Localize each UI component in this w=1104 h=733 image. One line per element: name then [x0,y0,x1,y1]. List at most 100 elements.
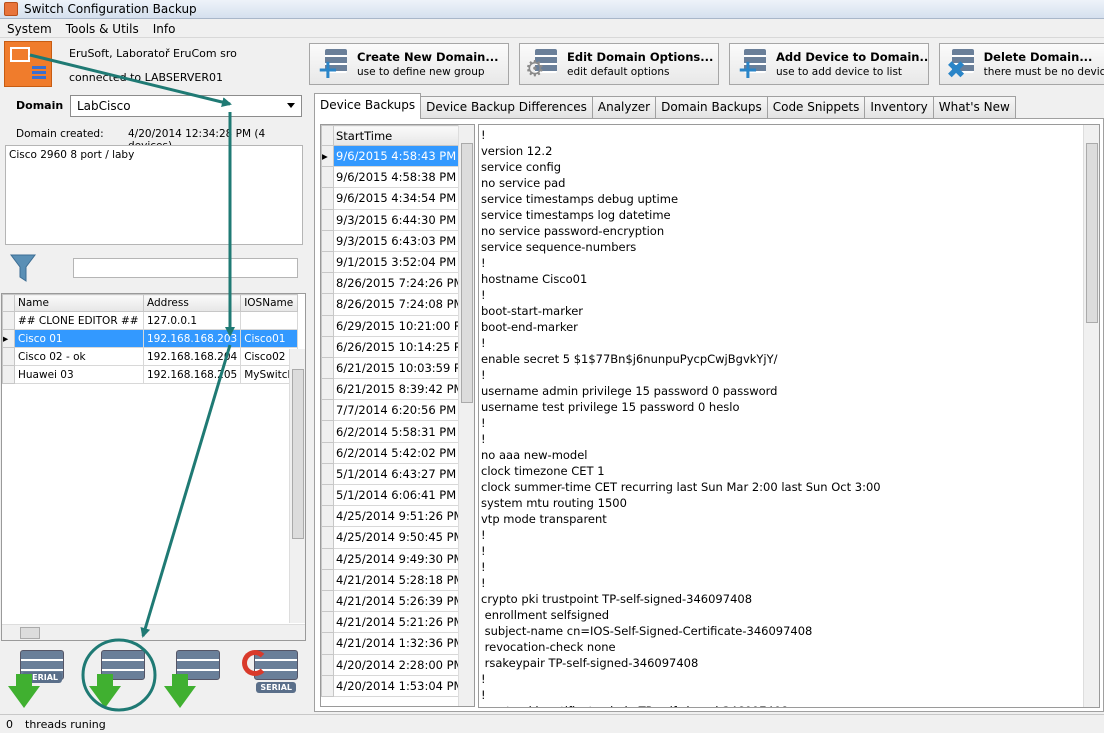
domain-select[interactable]: LabCisco [70,95,302,117]
config-line: ! [481,256,486,270]
edit-domain-button[interactable]: ⚙ Edit Domain Options... edit default op… [519,43,719,85]
backup-time-row[interactable]: 6/26/2015 10:14:25 PM [321,335,474,358]
window-title: Switch Configuration Backup [24,2,197,16]
scroll-thumb[interactable] [461,143,473,403]
row-header [321,314,334,337]
backup-time-row[interactable]: 5/1/2014 6:43:27 PM [321,462,474,486]
backup-time-row[interactable]: 5/1/2014 6:06:41 PM [321,483,474,507]
config-line: boot-end-marker [481,320,578,334]
delete-domain-button[interactable]: ✖ Delete Domain... there must be no devi… [939,43,1104,85]
backup-start-time: 4/25/2014 9:51:26 PM [333,505,474,528]
device-row-selected[interactable]: ▸ Cisco 01 192.168.168.203 Cisco01 [2,329,299,348]
column-header-starttime[interactable]: StartTime [333,125,474,146]
backup-times-vscroll[interactable] [458,125,474,706]
scroll-thumb[interactable] [20,627,40,639]
backup-time-row[interactable]: 4/21/2014 5:26:39 PM [321,589,474,613]
config-viewer[interactable]: ! version 12.2 service config no service pa… [478,124,1100,708]
column-header-iosname[interactable]: IOSName [240,294,299,312]
device-address: 127.0.0.1 [142,311,242,330]
backup-time-row[interactable]: 4/25/2014 9:50:45 PM [321,526,474,549]
config-line: rsakeypair TP-self-signed-346097408 [481,656,699,670]
backup-time-row[interactable]: 4/21/2014 5:28:18 PM [321,568,474,591]
backup-time-row[interactable]: 8/26/2015 7:24:26 PM [321,272,474,295]
device-filter-input[interactable] [73,258,298,278]
device-name: ## CLONE EDITOR ## [14,311,144,330]
tab-domain-backups[interactable]: Domain Backups [655,96,768,119]
column-header-address[interactable]: Address [142,294,242,312]
backup-start-time: 4/20/2014 2:28:00 PM [333,653,474,676]
backup-time-row[interactable]: 4/21/2014 5:21:26 PM [321,611,474,634]
menu-info[interactable]: Info [146,22,183,36]
tab-device-backup-differences[interactable]: Device Backup Differences [420,96,593,119]
backup-time-row[interactable]: 9/3/2015 6:43:03 PM [321,229,474,252]
backup-start-time: 9/6/2015 4:58:43 PM [333,144,474,168]
network-backup-button[interactable] [85,646,149,708]
row-header [321,526,334,549]
backup-start-time: 8/26/2015 7:24:26 PM [333,272,474,295]
serial-restore-button[interactable]: SERIAL [238,646,302,708]
row-header [321,335,334,358]
row-header [321,420,334,443]
backup-time-row[interactable]: 6/2/2014 5:58:31 PM [321,420,474,443]
config-vscroll[interactable] [1083,125,1099,707]
backup-time-row[interactable]: 6/29/2015 10:21:00 PM [321,314,474,337]
device-address: 192.168.168.203 [142,329,242,348]
column-header-name[interactable]: Name [14,294,144,312]
row-header [321,378,334,401]
row-header-corner [2,294,15,312]
backup-time-row[interactable]: 4/25/2014 9:49:30 PM [321,547,474,570]
list-icon [32,66,46,80]
config-line: crypto pki certificate chain TP-self-sig… [481,703,1097,707]
config-line: ! [481,432,486,446]
scroll-thumb[interactable] [1086,143,1098,323]
config-line: username test privilege 15 password 0 he… [481,400,740,414]
backup-start-time: 4/21/2014 5:28:18 PM [333,568,474,591]
row-header [321,568,334,591]
backup-time-row[interactable]: 9/6/2015 4:34:54 PM [321,187,474,210]
backup-time-row[interactable]: 7/7/2014 6:20:56 PM [321,399,474,422]
backup-time-row-selected[interactable]: ▸ 9/6/2015 4:58:43 PM [321,144,474,168]
backup-time-row[interactable]: 6/21/2015 8:39:42 PM [321,378,474,401]
backup-time-row[interactable]: 9/6/2015 4:58:38 PM [321,166,474,189]
add-device-subtitle: use to add device to list [776,66,903,78]
backup-time-row[interactable]: 6/2/2014 5:42:02 PM [321,441,474,464]
backup-time-row[interactable]: 9/3/2015 6:44:30 PM [321,208,474,231]
device-grid-hscroll[interactable] [2,624,305,640]
config-line: clock summer-time CET recurring last Sun… [481,480,881,494]
tab-whats-new[interactable]: What's New [932,96,1016,119]
backup-time-row[interactable]: 6/21/2015 10:03:59 PM [321,356,474,380]
tab-inventory[interactable]: Inventory [864,96,934,119]
backup-time-row[interactable]: 8/26/2015 7:24:08 PM [321,293,474,316]
row-header [321,293,334,316]
scroll-thumb[interactable] [292,369,304,539]
tab-analyzer[interactable]: Analyzer [591,96,657,119]
backup-start-time: 8/26/2015 7:24:08 PM [333,293,474,316]
backup-time-row[interactable]: 4/21/2014 1:32:36 PM [321,632,474,655]
device-row[interactable]: ## CLONE EDITOR ## 127.0.0.1 [2,311,299,330]
config-line: ! [481,544,486,558]
domain-description[interactable]: Cisco 2960 8 port / laby [5,145,303,245]
add-device-button[interactable]: + Add Device to Domain... use to add dev… [729,43,929,85]
menu-system[interactable]: System [0,22,59,36]
device-row[interactable]: Cisco 02 - ok 192.168.168.204 Cisco02 [2,347,299,366]
row-header [321,589,334,613]
backup-time-row[interactable]: 4/20/2014 1:53:04 PM [321,674,474,697]
left-panel: Domain LabCisco Domain created: 4/20/201… [0,90,308,710]
backup-time-row[interactable]: 4/20/2014 2:28:00 PM [321,653,474,676]
filter-icon[interactable] [10,253,36,283]
row-header-corner [321,125,334,146]
backup-all-button[interactable] [160,646,224,708]
backup-start-time: 7/7/2014 6:20:56 PM [333,399,474,422]
serial-backup-button[interactable]: SERIAL [4,646,68,708]
create-domain-button[interactable]: + Create New Domain... use to define new… [309,43,509,85]
row-header [321,166,334,189]
config-line: no aaa new-model [481,448,588,462]
backup-time-row[interactable]: 4/25/2014 9:51:26 PM [321,505,474,528]
backup-time-row[interactable]: 9/1/2015 3:52:04 PM [321,250,474,274]
config-line: service config [481,160,562,174]
device-row[interactable]: Huawei 03 192.168.168.205 MySwitch [2,365,299,384]
menu-tools-utils[interactable]: Tools & Utils [59,22,146,36]
tab-device-backups[interactable]: Device Backups [314,93,422,119]
tab-code-snippets[interactable]: Code Snippets [766,96,866,119]
device-grid-vscroll[interactable] [289,349,305,623]
